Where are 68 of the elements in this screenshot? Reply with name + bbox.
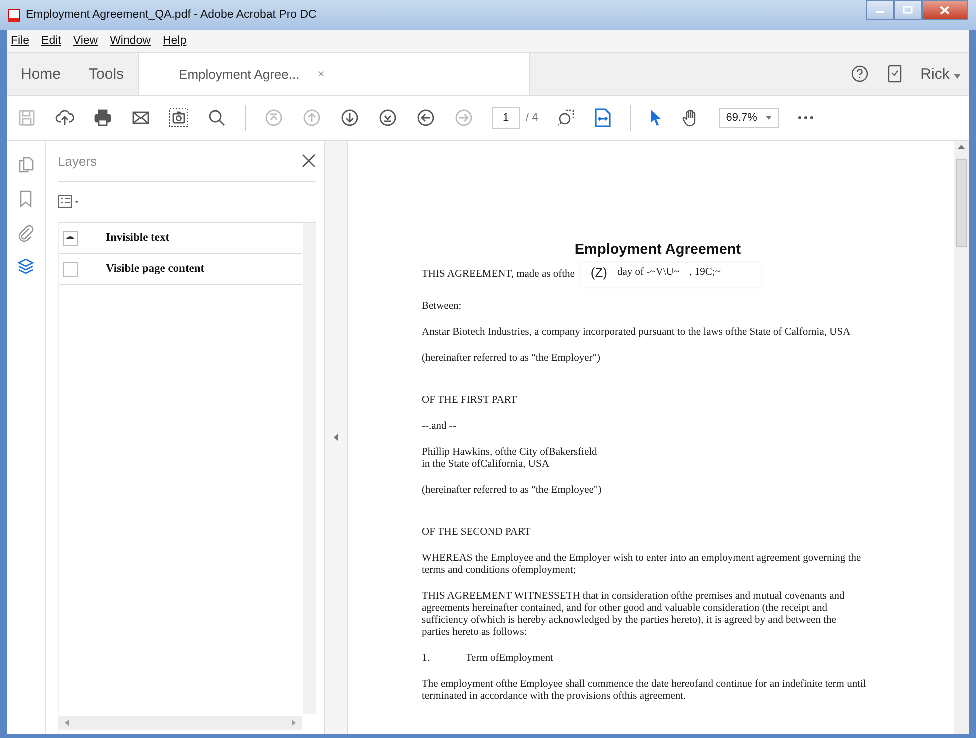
snapshot-icon[interactable] xyxy=(169,108,189,128)
mobile-check-icon[interactable] xyxy=(886,65,903,83)
zoom-dropdown[interactable]: 69.7% xyxy=(719,108,780,128)
section-heading: OF THE SECOND PART xyxy=(422,527,532,539)
caret-icon[interactable] xyxy=(954,74,962,78)
page-count: / 4 xyxy=(526,112,538,124)
close-icon[interactable] xyxy=(302,154,316,168)
document-paragraph: THIS AGREEMENT WITNESSETH that in consideration ofthe premises and mutual covenants and agreements hereinafter contained, and for other good and valuable consideration (the receipt and sufficiency ofwhich is hereby acknowledged by the parties hereto), it is agreed by and between the parties hereto as follows: xyxy=(422,591,846,639)
user-menu[interactable]: Rick xyxy=(920,66,962,82)
menu-item[interactable]: Edit xyxy=(42,35,62,47)
help-icon[interactable] xyxy=(850,65,869,83)
panel-title: Layers xyxy=(58,154,98,168)
window-title: Employment Agreement_QA.pdf - Adobe Acrobat Pro DC xyxy=(26,9,318,21)
field-text: day of -~V\U~ xyxy=(618,267,680,279)
nav-tab[interactable]: Home xyxy=(7,53,76,95)
nav-tab[interactable]: Tools xyxy=(75,53,138,95)
last-icon[interactable] xyxy=(378,108,398,128)
options-icon[interactable] xyxy=(58,195,80,209)
visibility-toggle[interactable] xyxy=(63,262,78,276)
scrollbar[interactable] xyxy=(303,223,316,714)
menu-item[interactable]: View xyxy=(73,35,98,47)
collapse-arrow-icon[interactable] xyxy=(334,434,338,441)
sidebar-tool[interactable] xyxy=(16,223,36,243)
layer-name[interactable]: Visible page content xyxy=(106,263,205,275)
document-text: THIS AGREEMENT, made as ofthe xyxy=(422,269,575,281)
caret-icon[interactable] xyxy=(766,116,772,120)
layers-icon xyxy=(16,257,36,277)
print-icon[interactable] xyxy=(93,108,113,128)
document-paragraph: (hereinafter referred to as "the Employer") xyxy=(422,353,602,365)
document-paragraph: --.and -- xyxy=(422,421,458,433)
field-text: , 19C;~ xyxy=(690,267,721,279)
document-paragraph: (hereinafter referred to as "the Employee") xyxy=(422,485,603,497)
fit-width-icon[interactable] xyxy=(594,108,612,128)
scrollbar-thumb[interactable] xyxy=(956,159,967,247)
tab-label: Employment Agree... xyxy=(179,66,300,82)
page-number-field[interactable]: 1 xyxy=(492,107,520,129)
document-paragraph: Anstar Biotech Industries, a company incorporated pursuant to the laws ofthe State of Calfornia, USA xyxy=(422,327,852,339)
document-tab[interactable]: Employment Agree... × xyxy=(138,53,530,95)
attach-icon xyxy=(16,223,36,243)
minimize-button[interactable] xyxy=(866,0,894,20)
item-heading: Term ofEmployment xyxy=(466,653,554,665)
document-paragraph: WHEREAS the Employee and the Employer wish to enter into an employment agreement governing the terms and conditions ofemployment; xyxy=(422,553,862,577)
app-icon xyxy=(8,8,20,22)
item-number: 1. xyxy=(422,653,430,665)
field-text: (Z) xyxy=(590,267,608,279)
upload-icon[interactable] xyxy=(55,108,75,128)
section-heading: OF THE FIRST PART xyxy=(422,395,518,407)
document-paragraph: The employment ofthe Employee shall commence the date hereofand continue for an indefinite term until terminated in accordance with the provisions ofthis agreement. xyxy=(422,679,867,703)
scroll-right-arrow[interactable] xyxy=(292,720,296,726)
next-icon[interactable] xyxy=(340,108,360,128)
sidebar-tool[interactable] xyxy=(16,257,36,277)
document-paragraph: Between: xyxy=(422,301,463,313)
close-button[interactable] xyxy=(922,0,968,20)
document-title: Employment Agreement xyxy=(574,241,742,259)
search-icon[interactable] xyxy=(207,108,227,128)
more-icon[interactable] xyxy=(797,115,816,121)
document-paragraph: Phillip Hawkins, ofthe City ofBakersfield in the State ofCalifornia, USA xyxy=(422,447,598,471)
fit-page-icon[interactable] xyxy=(556,108,576,128)
menu-item[interactable]: File xyxy=(11,35,30,47)
select-arrow-icon[interactable] xyxy=(649,109,664,127)
maximize-button[interactable] xyxy=(894,0,922,20)
layer-name[interactable]: Invisible text xyxy=(106,232,170,244)
menu-item[interactable]: Window xyxy=(110,35,151,47)
scroll-up-arrow[interactable] xyxy=(958,145,965,149)
back-icon[interactable] xyxy=(416,108,436,128)
menu-item[interactable]: Help xyxy=(162,35,187,47)
visibility-toggle[interactable] xyxy=(63,230,78,246)
scroll-left-arrow[interactable] xyxy=(65,720,69,726)
